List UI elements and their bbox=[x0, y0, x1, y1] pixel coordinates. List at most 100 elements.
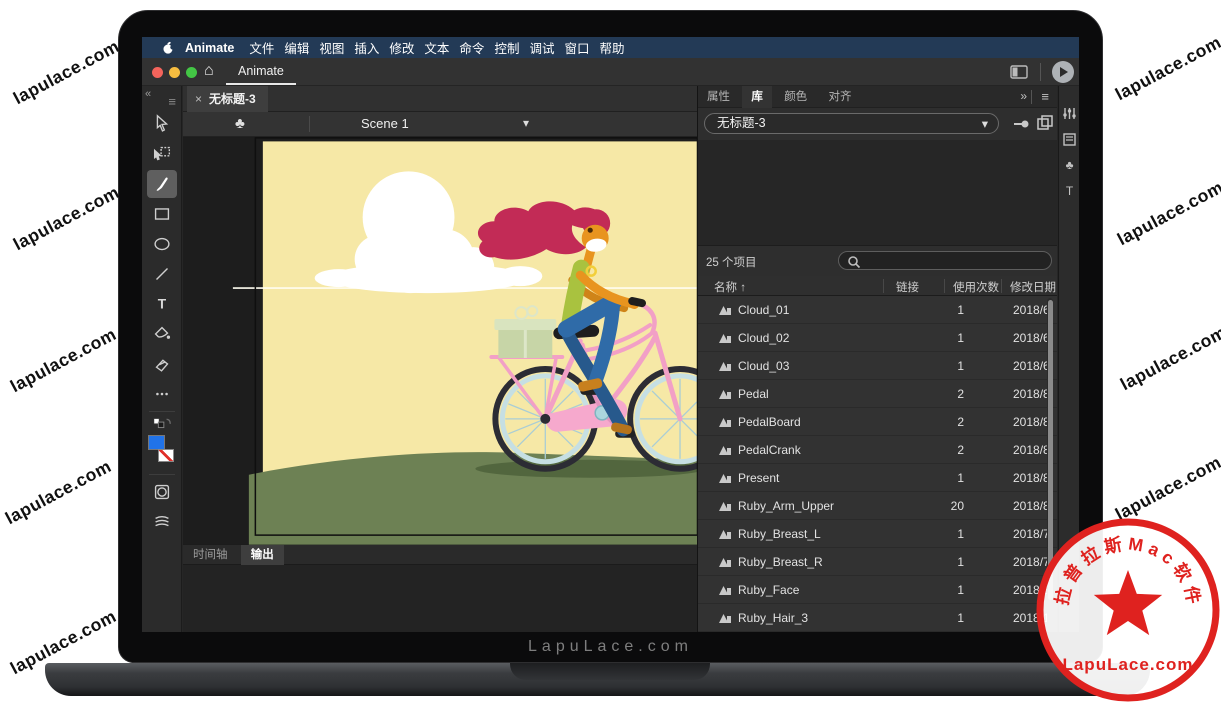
column-linkage[interactable]: 链接 bbox=[896, 279, 919, 295]
watermark-text: lapulace.com bbox=[7, 324, 120, 397]
menu-item-edit[interactable]: 编辑 bbox=[284, 38, 309, 57]
text-tool[interactable]: T bbox=[147, 290, 177, 318]
menu-app-name[interactable]: Animate bbox=[185, 41, 234, 55]
new-library-panel-icon[interactable] bbox=[1036, 114, 1054, 132]
menu-item-file[interactable]: 文件 bbox=[249, 38, 274, 57]
menu-item-debug[interactable]: 调试 bbox=[529, 38, 554, 57]
menu-item-text[interactable]: 文本 bbox=[424, 38, 449, 57]
tab-properties[interactable]: 属性 bbox=[698, 86, 739, 108]
tab-library[interactable]: 库 bbox=[742, 86, 772, 108]
collapse-tools-icon[interactable]: « bbox=[145, 88, 151, 100]
column-date[interactable]: 修改日期 bbox=[1010, 279, 1056, 295]
menu-item-view[interactable]: 视图 bbox=[319, 38, 344, 57]
selection-tool[interactable] bbox=[147, 110, 177, 138]
text-tool-icon: T bbox=[151, 293, 173, 315]
minimize-window-button[interactable] bbox=[169, 67, 180, 78]
pin-library-icon[interactable] bbox=[1012, 116, 1030, 132]
scene-name[interactable]: Scene 1 bbox=[361, 116, 409, 131]
library-item-row[interactable]: Ruby_Breast_R 1 2018/7 bbox=[698, 548, 1057, 576]
menu-item-modify[interactable]: 修改 bbox=[389, 38, 414, 57]
library-search-box[interactable] bbox=[838, 251, 1052, 270]
stroke-color-swatch[interactable] bbox=[158, 449, 174, 462]
select-chevron-icon: ▾ bbox=[982, 115, 988, 134]
edit-scene-chevron-icon[interactable]: ▾ bbox=[523, 116, 529, 130]
tab-color[interactable]: 颜色 bbox=[775, 86, 816, 108]
close-document-icon[interactable]: × bbox=[195, 92, 202, 106]
tab-output[interactable]: 输出 bbox=[241, 545, 284, 565]
camera-layers-tool[interactable] bbox=[147, 508, 177, 536]
more-tools-button[interactable] bbox=[147, 380, 177, 408]
line-tool[interactable] bbox=[147, 260, 177, 288]
library-dock-icon[interactable] bbox=[1059, 126, 1079, 152]
library-column-header[interactable]: 名称 ↑ 链接 使用次数 修改日期 bbox=[698, 276, 1057, 296]
library-item-row[interactable]: Ruby_Hair_3 1 2018/1 bbox=[698, 604, 1057, 632]
eraser-tool[interactable] bbox=[147, 350, 177, 378]
tools-grip-icon[interactable]: ≡ bbox=[168, 94, 176, 109]
apple-logo-icon[interactable] bbox=[161, 41, 175, 55]
menu-item-control[interactable]: 控制 bbox=[494, 38, 519, 57]
library-item-row[interactable]: Present 1 2018/8 bbox=[698, 464, 1057, 492]
graphic-symbol-icon bbox=[718, 387, 732, 401]
search-input[interactable] bbox=[865, 253, 1045, 268]
test-movie-play-button[interactable] bbox=[1052, 61, 1074, 83]
document-tab[interactable]: ×无标题-3 bbox=[187, 86, 268, 112]
brush-icon bbox=[151, 173, 173, 195]
library-item-row[interactable]: PedalBoard 2 2018/8 bbox=[698, 408, 1057, 436]
tab-align[interactable]: 对齐 bbox=[820, 86, 861, 108]
watermark-text: lapulace.com bbox=[1112, 32, 1221, 105]
item-name: Ruby_Arm_Upper bbox=[738, 499, 834, 513]
library-item-row[interactable]: Ruby_Breast_L 1 2018/7 bbox=[698, 520, 1057, 548]
stamp-site-text: LapuLace.com bbox=[1062, 655, 1193, 674]
menu-item-insert[interactable]: 插入 bbox=[354, 38, 379, 57]
eraser-icon bbox=[151, 353, 173, 375]
workspace: « ≡ bbox=[142, 86, 1079, 632]
library-item-row[interactable]: Cloud_01 1 2018/6 bbox=[698, 296, 1057, 324]
panel-menu-icon[interactable]: ≡ bbox=[1041, 89, 1049, 104]
document-area: ×无标题-3 ♣ Scene 1 ▾ bbox=[183, 86, 697, 632]
graphic-symbol-icon bbox=[718, 527, 732, 541]
library-item-row[interactable]: Cloud_02 1 2018/6 bbox=[698, 324, 1057, 352]
sliders-icon[interactable] bbox=[1059, 100, 1079, 126]
object-drawing-toggle[interactable] bbox=[147, 478, 177, 506]
menu-item-command[interactable]: 命令 bbox=[459, 38, 484, 57]
column-name[interactable]: 名称 bbox=[714, 282, 737, 294]
graphic-symbol-icon bbox=[718, 499, 732, 513]
home-icon[interactable]: ⌂ bbox=[204, 62, 214, 80]
fill-color-swatch[interactable] bbox=[148, 435, 165, 450]
tab-timeline[interactable]: 时间轴 bbox=[183, 545, 238, 565]
column-use-count[interactable]: 使用次数 bbox=[953, 279, 999, 295]
library-item-row[interactable]: Pedal 2 2018/8 bbox=[698, 380, 1057, 408]
subselection-tool[interactable] bbox=[147, 140, 177, 168]
watermark-text: lapulace.com bbox=[10, 182, 123, 255]
text-dock-icon[interactable]: T bbox=[1059, 178, 1079, 204]
item-use-count: 1 bbox=[928, 471, 964, 485]
paint-bucket-tool[interactable] bbox=[147, 320, 177, 348]
menu-item-help[interactable]: 帮助 bbox=[599, 38, 624, 57]
brush-tool[interactable] bbox=[147, 170, 177, 198]
close-window-button[interactable] bbox=[152, 67, 163, 78]
sort-asc-icon: ↑ bbox=[740, 282, 746, 294]
stage-viewport[interactable] bbox=[183, 137, 697, 545]
item-name: Ruby_Breast_R bbox=[738, 555, 823, 569]
zoom-window-button[interactable] bbox=[186, 67, 197, 78]
selection-arrow-icon bbox=[151, 113, 173, 135]
clover-dock-icon[interactable]: ♣ bbox=[1059, 152, 1079, 178]
home-tab[interactable]: Animate bbox=[226, 58, 296, 85]
default-swap-colors[interactable] bbox=[147, 415, 177, 431]
library-item-row[interactable]: Cloud_03 1 2018/6 bbox=[698, 352, 1057, 380]
item-use-count: 2 bbox=[928, 443, 964, 457]
panel-overflow-icon[interactable]: » bbox=[1020, 89, 1027, 103]
library-item-row[interactable]: Ruby_Arm_Upper 20 2018/8 bbox=[698, 492, 1057, 520]
edit-symbols-clover-icon[interactable]: ♣ bbox=[235, 115, 245, 132]
item-use-count: 1 bbox=[928, 583, 964, 597]
workspace-switcher-icon[interactable] bbox=[1010, 65, 1028, 79]
item-name: Present bbox=[738, 471, 779, 485]
rectangle-tool[interactable] bbox=[147, 200, 177, 228]
library-item-row[interactable]: PedalCrank 2 2018/8 bbox=[698, 436, 1057, 464]
library-document-select[interactable]: 无标题-3 ▾ bbox=[704, 113, 999, 134]
menu-item-window[interactable]: 窗口 bbox=[564, 38, 589, 57]
library-item-row[interactable]: Ruby_Face 1 2018/8 bbox=[698, 576, 1057, 604]
search-icon bbox=[846, 254, 862, 270]
more-dots-icon bbox=[151, 383, 173, 405]
oval-tool[interactable] bbox=[147, 230, 177, 258]
